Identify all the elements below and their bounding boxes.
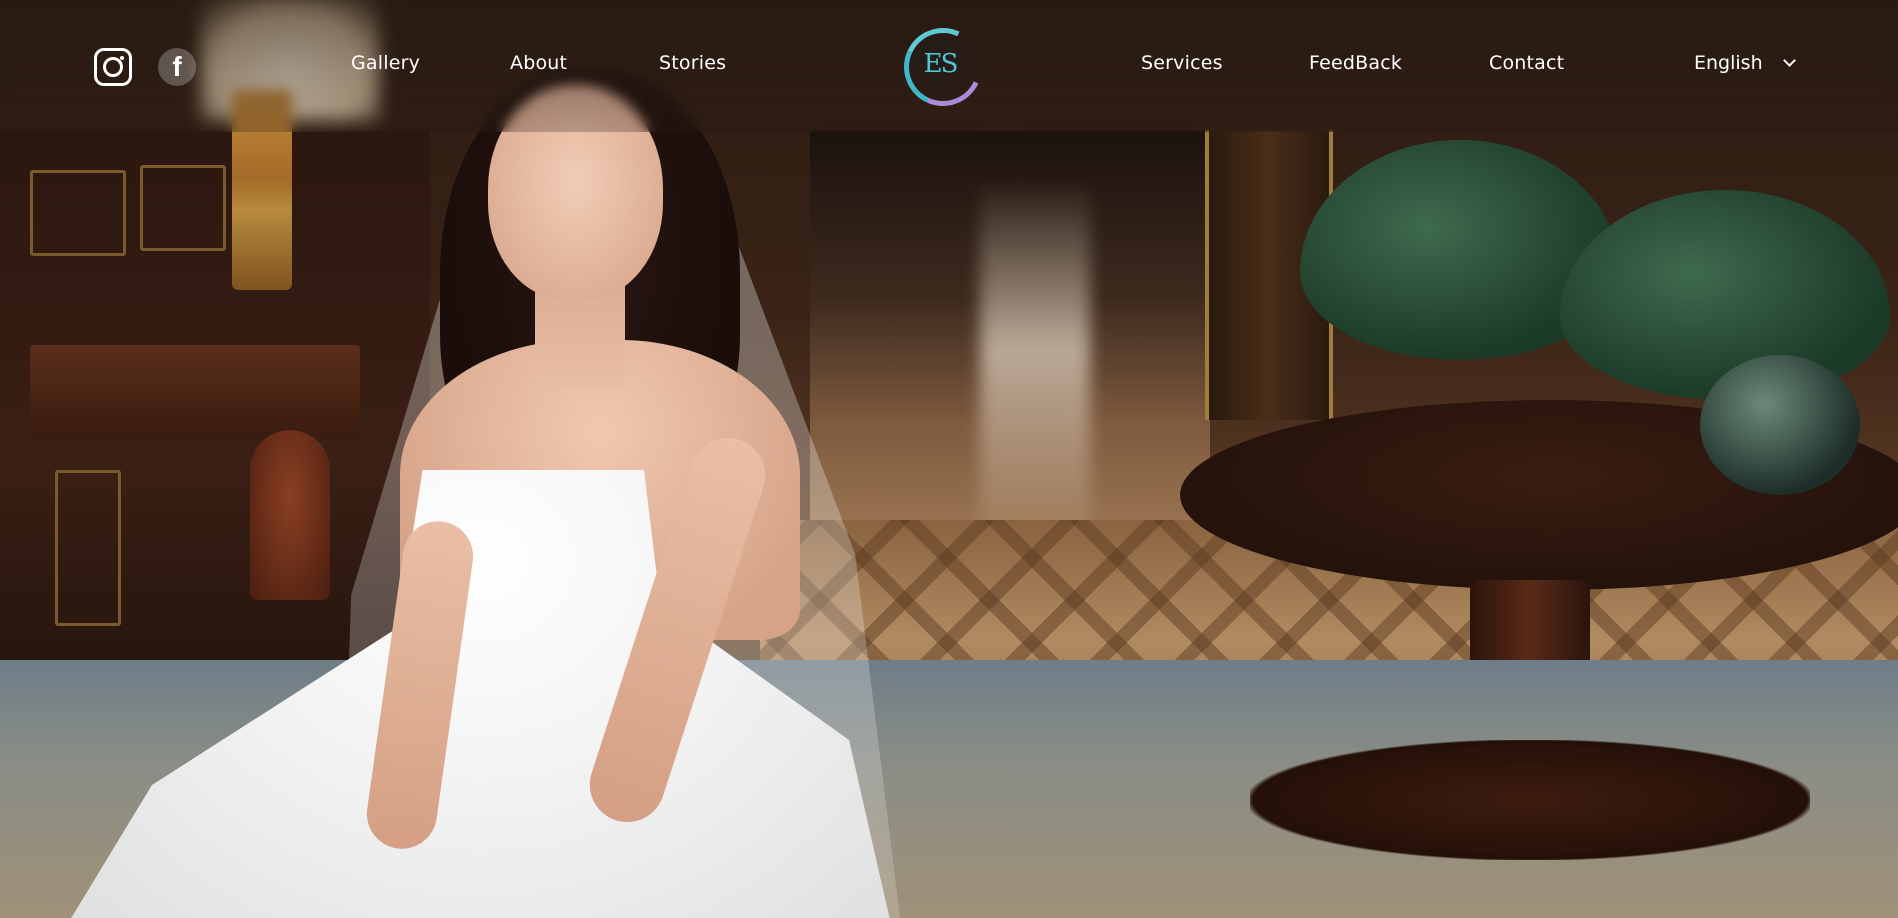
instagram-dot <box>120 56 124 60</box>
logo-monogram: ES <box>923 49 959 79</box>
chevron-down-icon <box>1782 53 1796 67</box>
facebook-icon[interactable]: f <box>158 48 196 86</box>
instagram-icon[interactable] <box>94 48 132 86</box>
language-label: English <box>1694 52 1763 74</box>
floor-reflection <box>980 180 1090 560</box>
wall-panel <box>30 170 126 256</box>
nav-services[interactable]: Services <box>1141 52 1223 74</box>
nav-feedback[interactable]: FeedBack <box>1309 52 1402 74</box>
nav-gallery[interactable]: Gallery <box>351 52 420 74</box>
nav-about[interactable]: About <box>510 52 567 74</box>
side-table-leg <box>250 430 330 600</box>
facebook-glyph: f <box>172 51 182 82</box>
glass-vase <box>1700 355 1860 495</box>
plant-leaves <box>1560 190 1890 400</box>
brand-logo[interactable]: ES <box>893 17 993 117</box>
nav-stories[interactable]: Stories <box>659 52 726 74</box>
table-foot <box>1250 740 1810 860</box>
site-header: f Gallery About Stories ES Services Feed… <box>0 0 1898 132</box>
hero-banner: f Gallery About Stories ES Services Feed… <box>0 0 1898 918</box>
language-selector[interactable]: English <box>1694 52 1796 74</box>
wall-panel <box>55 470 121 626</box>
side-table <box>30 345 360 435</box>
instagram-lens <box>103 57 123 77</box>
wall-panel <box>140 165 226 251</box>
nav-contact[interactable]: Contact <box>1489 52 1564 74</box>
